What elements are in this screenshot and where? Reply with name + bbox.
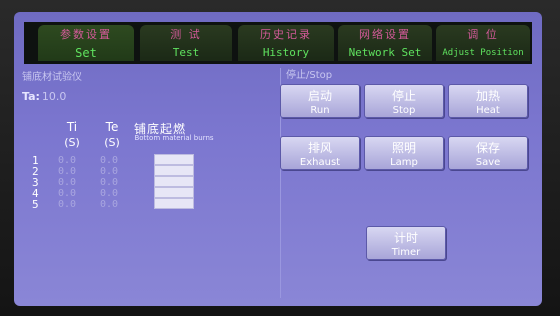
tab-set-en: Set [75, 46, 97, 60]
lamp-button-en: Lamp [390, 157, 418, 168]
bottom-burn-indicator [154, 176, 194, 187]
run-button-en: Run [310, 105, 330, 116]
timer-button-en: Timer [391, 247, 421, 258]
ti-value: 0.0 [58, 155, 77, 166]
tab-set-cn: 参数设置 [60, 28, 112, 41]
tab-bar: 参数设置 Set 测 试 Test 历史记录 History 网络设置 Netw… [24, 22, 532, 64]
tab-adjust-position[interactable]: 调 位 Adjust Position [436, 25, 530, 61]
te-value: 0.0 [100, 155, 119, 166]
ti-value: 0.0 [58, 199, 77, 210]
heat-button[interactable]: 加热 Heat [448, 84, 528, 118]
te-value: 0.0 [100, 188, 119, 199]
tab-test[interactable]: 测 试 Test [140, 25, 232, 61]
te-unit: (S) [104, 136, 120, 149]
ta-readout: Ta: 10.0 [22, 90, 66, 103]
bottom-burn-indicator [154, 165, 194, 176]
heat-button-cn: 加热 [475, 89, 500, 103]
exhaust-button-en: Exhaust [299, 157, 341, 168]
lamp-button-cn: 照明 [391, 141, 416, 155]
te-value: 0.0 [100, 166, 119, 177]
bottom-burn-indicator [154, 198, 194, 209]
save-button[interactable]: 保存 Save [448, 136, 528, 170]
tab-test-cn: 测 试 [170, 28, 202, 41]
bottom-burn-indicator [154, 154, 194, 165]
tab-history-en: History [262, 46, 310, 59]
ti-header: Ti [66, 120, 78, 134]
ti-value: 0.0 [58, 188, 77, 199]
te-header: Te [105, 120, 119, 134]
timer-button-cn: 计时 [393, 231, 418, 245]
tab-test-en: Test [172, 46, 200, 59]
stop-button-cn: 停止 [391, 89, 416, 103]
tab-adjust-position-cn: 调 位 [467, 28, 499, 41]
ti-value: 0.0 [58, 177, 77, 188]
tab-history-cn: 历史记录 [260, 28, 312, 41]
left-panel-title: 铺底材试验仪 [22, 72, 82, 83]
ta-value: 10.0 [41, 90, 67, 103]
tab-network-set-en: Network Set [348, 46, 422, 59]
tab-adjust-position-en: Adjust Position [442, 48, 524, 58]
lamp-button[interactable]: 照明 Lamp [364, 136, 444, 170]
exhaust-button-cn: 排风 [307, 141, 332, 155]
bottom-material-subheader: Bottom material burns [134, 134, 214, 142]
tab-history[interactable]: 历史记录 History [238, 25, 334, 61]
save-button-en: Save [475, 157, 501, 168]
exhaust-button[interactable]: 排风 Exhaust [280, 136, 360, 170]
touch-screen: 参数设置 Set 测 试 Test 历史记录 History 网络设置 Netw… [14, 12, 542, 306]
te-value: 0.0 [100, 177, 119, 188]
run-button[interactable]: 启动 Run [280, 84, 360, 118]
bottom-burn-indicator [154, 187, 194, 198]
ta-label: Ta: [22, 90, 40, 103]
row-index: 5 [32, 198, 39, 211]
stop-button[interactable]: 停止 Stop [364, 84, 444, 118]
heat-button-en: Heat [476, 105, 500, 116]
te-value: 0.0 [100, 199, 119, 210]
tab-set[interactable]: 参数设置 Set [38, 25, 134, 61]
ti-unit: (S) [64, 136, 80, 149]
run-button-cn: 启动 [307, 89, 332, 103]
tab-network-set[interactable]: 网络设置 Network Set [338, 25, 432, 61]
ti-value: 0.0 [58, 166, 77, 177]
stop-button-en: Stop [392, 105, 416, 116]
timer-button[interactable]: 计时 Timer [366, 226, 446, 260]
tab-network-set-cn: 网络设置 [359, 28, 411, 41]
status-label: 停止/Stop [286, 70, 333, 81]
save-button-cn: 保存 [475, 141, 500, 155]
